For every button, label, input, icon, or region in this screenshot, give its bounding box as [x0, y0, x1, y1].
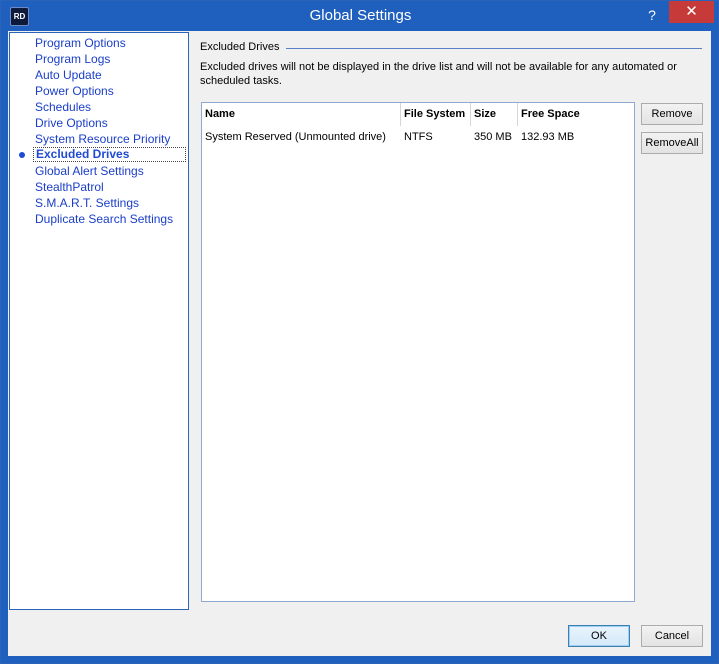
- cell-file-system: NTFS: [404, 131, 433, 143]
- nav-item-stealthpatrol[interactable]: StealthPatrol: [35, 180, 104, 195]
- cell-size: 350 MB: [474, 131, 512, 143]
- dialog-footer: OK Cancel: [8, 611, 711, 656]
- nav-item-system-resource-priority[interactable]: System Resource Priority: [35, 132, 170, 147]
- nav-item-power-options[interactable]: Power Options: [35, 84, 114, 99]
- nav-item-program-logs[interactable]: Program Logs: [35, 52, 110, 67]
- group-divider: [286, 48, 702, 49]
- title-bar[interactable]: RD Global Settings ? ✕: [1, 1, 718, 31]
- selected-bullet-icon: [19, 152, 25, 158]
- dialog-body: Program Options Program Logs Auto Update…: [8, 31, 711, 656]
- excluded-drives-list[interactable]: Name File System Size Free Space System …: [201, 102, 635, 602]
- nav-item-program-options[interactable]: Program Options: [35, 36, 126, 51]
- nav-item-excluded-drives[interactable]: Excluded Drives: [33, 147, 186, 162]
- nav-item-drive-options[interactable]: Drive Options: [35, 116, 108, 131]
- cell-name: System Reserved (Unmounted drive): [205, 131, 386, 143]
- column-header-file-system[interactable]: File System: [401, 103, 471, 126]
- nav-item-smart-settings[interactable]: S.M.A.R.T. Settings: [35, 196, 139, 211]
- settings-panel: Excluded Drives Excluded drives will not…: [190, 32, 711, 610]
- column-header-size[interactable]: Size: [471, 103, 518, 126]
- column-header-name[interactable]: Name: [202, 103, 401, 126]
- window-title: Global Settings: [309, 7, 412, 24]
- help-icon[interactable]: ?: [639, 5, 665, 25]
- ok-button[interactable]: OK: [568, 625, 630, 647]
- settings-window: RD Global Settings ? ✕ Program Options P…: [0, 0, 719, 664]
- table-row[interactable]: System Reserved (Unmounted drive) NTFS 3…: [202, 128, 634, 146]
- remove-all-button[interactable]: RemoveAll: [641, 132, 703, 154]
- nav-item-global-alert-settings[interactable]: Global Alert Settings: [35, 164, 144, 179]
- remove-button[interactable]: Remove: [641, 103, 703, 125]
- nav-item-duplicate-search-settings[interactable]: Duplicate Search Settings: [35, 212, 173, 227]
- list-header: Name File System Size Free Space: [202, 103, 634, 126]
- cell-free-space: 132.93 MB: [521, 131, 575, 143]
- panel-description: Excluded drives will not be displayed in…: [200, 61, 677, 87]
- group-title: Excluded Drives: [200, 41, 280, 53]
- column-header-free-space[interactable]: Free Space: [518, 103, 634, 126]
- nav-item-auto-update[interactable]: Auto Update: [35, 68, 102, 83]
- settings-nav: Program Options Program Logs Auto Update…: [9, 32, 189, 610]
- close-button[interactable]: ✕: [669, 1, 714, 23]
- cancel-button[interactable]: Cancel: [641, 625, 703, 647]
- nav-item-schedules[interactable]: Schedules: [35, 100, 91, 115]
